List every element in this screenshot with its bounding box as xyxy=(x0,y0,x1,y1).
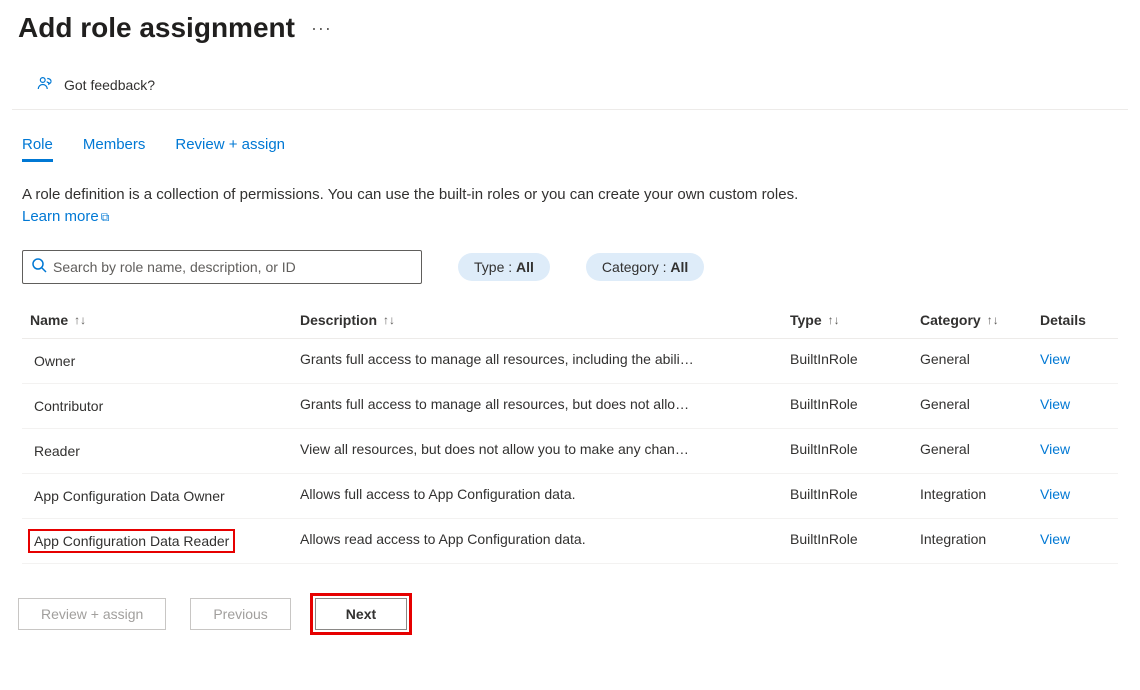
page-title: Add role assignment xyxy=(18,12,295,44)
table-row[interactable]: App Configuration Data OwnerAllows full … xyxy=(22,474,1118,519)
previous-button[interactable]: Previous xyxy=(190,598,290,630)
cell-type: BuiltInRole xyxy=(782,384,912,428)
cell-description: Allows read access to App Configuration … xyxy=(292,519,782,563)
col-header-details: Details xyxy=(1032,302,1112,338)
cell-name: App Configuration Data Owner xyxy=(22,474,292,518)
view-details-link[interactable]: View xyxy=(1040,351,1070,367)
view-details-link[interactable]: View xyxy=(1040,486,1070,502)
col-header-description[interactable]: Description↑↓ xyxy=(292,302,782,338)
more-actions-icon[interactable]: ··· xyxy=(311,18,332,39)
cell-description: Grants full access to manage all resourc… xyxy=(292,339,782,383)
tab-members[interactable]: Members xyxy=(83,136,146,162)
cell-name: Reader xyxy=(22,429,292,473)
cell-type: BuiltInRole xyxy=(782,474,912,518)
table-row[interactable]: ReaderView all resources, but does not a… xyxy=(22,429,1118,474)
search-box[interactable] xyxy=(22,250,422,284)
search-input[interactable] xyxy=(53,259,413,275)
sort-icon: ↑↓ xyxy=(828,313,840,327)
cell-type: BuiltInRole xyxy=(782,519,912,563)
table-row[interactable]: ContributorGrants full access to manage … xyxy=(22,384,1118,429)
col-header-type[interactable]: Type↑↓ xyxy=(782,302,912,338)
table-row[interactable]: App Configuration Data ReaderAllows read… xyxy=(22,519,1118,564)
cell-type: BuiltInRole xyxy=(782,429,912,473)
cell-category: Integration xyxy=(912,474,1032,518)
view-details-link[interactable]: View xyxy=(1040,396,1070,412)
view-details-link[interactable]: View xyxy=(1040,441,1070,457)
tab-bar: Role Members Review + assign xyxy=(0,110,1140,162)
col-header-category[interactable]: Category↑↓ xyxy=(912,302,1032,338)
feedback-person-icon xyxy=(36,74,54,95)
next-button[interactable]: Next xyxy=(315,598,407,630)
description-text: A role definition is a collection of per… xyxy=(0,162,850,228)
type-filter-pill[interactable]: Type : All xyxy=(458,253,550,281)
table-row[interactable]: OwnerGrants full access to manage all re… xyxy=(22,339,1118,384)
review-assign-button[interactable]: Review + assign xyxy=(18,598,166,630)
cell-category: General xyxy=(912,384,1032,428)
view-details-link[interactable]: View xyxy=(1040,531,1070,547)
cell-name: App Configuration Data Reader xyxy=(22,519,292,563)
external-link-icon: ⧉ xyxy=(101,210,110,224)
sort-icon: ↑↓ xyxy=(74,313,86,327)
category-filter-pill[interactable]: Category : All xyxy=(586,253,704,281)
cell-category: General xyxy=(912,429,1032,473)
cell-description: Grants full access to manage all resourc… xyxy=(292,384,782,428)
cell-description: View all resources, but does not allow y… xyxy=(292,429,782,473)
sort-icon: ↑↓ xyxy=(383,313,395,327)
cell-name: Contributor xyxy=(22,384,292,428)
tab-review-assign[interactable]: Review + assign xyxy=(175,136,285,162)
cell-name: Owner xyxy=(22,339,292,383)
learn-more-link[interactable]: Learn more⧉ xyxy=(22,208,109,225)
feedback-link[interactable]: Got feedback? xyxy=(36,74,155,95)
cell-category: General xyxy=(912,339,1032,383)
sort-icon: ↑↓ xyxy=(987,313,999,327)
feedback-label: Got feedback? xyxy=(64,77,155,93)
roles-table: Name↑↓ Description↑↓ Type↑↓ Category↑↓ D… xyxy=(22,302,1118,564)
cell-description: Allows full access to App Configuration … xyxy=(292,474,782,518)
tab-role[interactable]: Role xyxy=(22,136,53,162)
cell-category: Integration xyxy=(912,519,1032,563)
col-header-name[interactable]: Name↑↓ xyxy=(22,302,292,338)
search-icon xyxy=(31,257,47,276)
cell-type: BuiltInRole xyxy=(782,339,912,383)
